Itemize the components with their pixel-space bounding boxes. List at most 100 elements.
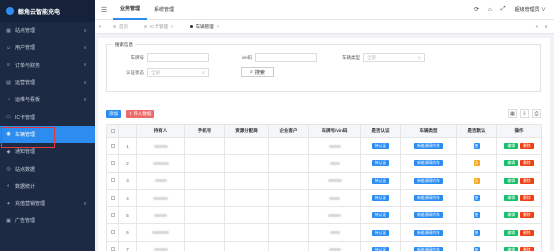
row-checkbox[interactable] <box>110 247 115 251</box>
header-plate-vin: 车牌号/vin码 <box>308 124 361 138</box>
chevron-down-icon: ∨ <box>83 200 87 207</box>
plate-vin-cell <box>308 223 361 242</box>
distributor-cell <box>224 136 269 156</box>
tab-label: 车辆管理 <box>195 23 214 29</box>
plate-vin-cell <box>308 188 361 208</box>
type-cell: 新能源网约车 <box>400 136 457 156</box>
plate-input[interactable] <box>147 53 209 62</box>
sidebar-item-label: 运营管理 <box>15 80 36 87</box>
top-nav-item-1[interactable]: 系统管理 <box>147 0 181 20</box>
sidebar-item-9[interactable]: ◐ 数据统计 <box>0 178 95 195</box>
tab-0[interactable]: 首页 <box>105 24 136 30</box>
edit-button[interactable]: 编辑 <box>504 160 518 167</box>
table-row[interactable]: 4 待认证 新能源网约车 是 编辑 删除 <box>106 188 542 208</box>
row-check-cell <box>106 171 119 190</box>
header-vehicle-type: 车辆类型 <box>400 124 457 138</box>
export-icon[interactable]: ⇩ <box>520 109 529 118</box>
menu-toggle-icon[interactable]: ☰ <box>95 6 113 14</box>
user-menu[interactable]: 超级管理员 ∨ <box>515 6 546 13</box>
header-check[interactable] <box>106 124 119 138</box>
sidebar-item-11[interactable]: ▣ 广告管理 <box>0 212 95 229</box>
table-row[interactable]: 6 待认证 新能源网约车 是 编辑 删除 <box>106 223 542 242</box>
sidebar-item-10[interactable]: ✦ 充值营销管理 ∨ <box>0 195 95 212</box>
delete-button[interactable]: 删除 <box>520 212 534 219</box>
phone-cell <box>184 223 225 242</box>
row-checkbox[interactable] <box>110 178 115 183</box>
sidebar-item-3[interactable]: ▤ 运营管理 ∨ <box>0 74 95 91</box>
tabs-next-icon[interactable]: » <box>536 24 539 30</box>
search-button[interactable]: ⌕ 搜索 <box>241 67 274 77</box>
print-icon[interactable]: ⎙ <box>532 109 541 118</box>
sidebar-item-6[interactable]: ◉ 车辆管理 <box>0 125 95 144</box>
auth-label: 认证状态 <box>126 69 144 75</box>
import-button[interactable]: ⇪ 导入数据 <box>126 110 154 118</box>
default-cell: 是 <box>456 206 497 225</box>
delete-button[interactable]: 删除 <box>520 195 534 202</box>
auth-cell: 待认证 <box>360 171 401 190</box>
tab-2[interactable]: 车辆管理 × <box>182 24 228 30</box>
sidebar-item-8[interactable]: ◎ 站点数据 <box>0 160 95 177</box>
delete-button[interactable]: 删除 <box>520 160 534 167</box>
fullscreen-icon[interactable]: ⤢ <box>501 6 506 13</box>
refresh-icon[interactable]: ⟳ <box>474 6 479 13</box>
table-row[interactable]: 3 待认证 新能源网约车 否 编辑 删除 <box>106 171 542 190</box>
delete-button[interactable]: 删除 <box>520 229 534 236</box>
vehicle-type-select[interactable]: 全部 ∨ <box>363 53 425 62</box>
table-row[interactable]: 7 待认证 新能源网约车 是 编辑 删除 <box>106 240 542 251</box>
sidebar-item-0[interactable]: ▦ 站点管理 ∨ <box>0 22 95 39</box>
row-checkbox[interactable] <box>110 195 115 200</box>
close-icon[interactable]: × <box>217 24 220 29</box>
table-row[interactable]: 5 待认证 新能源网约车 是 编辑 删除 <box>106 206 542 225</box>
tab-1[interactable]: IC卡管理 × <box>136 24 182 30</box>
table-row[interactable]: 1 待认证 新能源网约车 是 编辑 删除 <box>106 136 542 156</box>
sidebar: 鲸角云智能充电 ▦ 站点管理 ∨ ☺ 用户管理 ∨ ≡ 订单与财务 ∨ ▤ 运营管理 ∨ ◔ 运维与看板 ∨… <box>0 0 95 251</box>
row-checkbox[interactable] <box>110 160 115 165</box>
row-checkbox[interactable] <box>110 143 115 148</box>
sidebar-item-2[interactable]: ≡ 订单与财务 ∨ <box>0 57 95 74</box>
sidebar-item-4[interactable]: ◔ 运维与看板 ∨ <box>0 91 95 108</box>
vin-input[interactable] <box>255 53 317 62</box>
close-icon[interactable]: × <box>171 24 174 29</box>
plate-vin-cell <box>308 240 361 251</box>
edit-button[interactable]: 编辑 <box>504 195 518 202</box>
add-button[interactable]: 添加 <box>106 110 121 118</box>
header-phone: 手机号 <box>184 124 225 138</box>
tabs-menu-icon[interactable]: ∨ <box>544 24 548 30</box>
phone-cell <box>184 171 225 190</box>
header-owner: 持有人 <box>136 124 185 138</box>
row-checkbox[interactable] <box>110 230 115 235</box>
auth-status-badge: 待认证 <box>371 229 390 236</box>
edit-button[interactable]: 编辑 <box>504 143 518 150</box>
table-row[interactable]: 2 待认证 新能源网约车 否 编辑 删除 <box>106 154 542 173</box>
edit-button[interactable]: 编辑 <box>504 177 518 184</box>
header-default: 是否默认 <box>456 124 497 138</box>
tabs-prev-icon[interactable]: « <box>95 24 105 30</box>
lock-icon[interactable]: ⌂ <box>488 7 492 13</box>
type-cell: 新能源网约车 <box>400 240 457 251</box>
top-nav-item-0[interactable]: 业务管理 <box>113 0 148 20</box>
columns-icon[interactable]: ▦ <box>508 109 517 118</box>
actions-cell: 编辑 删除 <box>496 223 542 242</box>
delete-button[interactable]: 删除 <box>520 177 534 184</box>
row-checkbox[interactable] <box>110 212 115 217</box>
default-badge: 是 <box>473 229 480 236</box>
bell-icon: ◆ <box>6 148 11 155</box>
owner-cell <box>136 188 185 208</box>
auth-select[interactable]: 全部 ∨ <box>147 68 209 77</box>
select-all-checkbox[interactable] <box>110 128 115 133</box>
header-enterprise: 企业客户 <box>268 124 309 138</box>
edit-button[interactable]: 编辑 <box>504 246 518 251</box>
edit-button[interactable]: 编辑 <box>504 229 518 236</box>
header-auth: 是否认证 <box>360 124 401 138</box>
default-cell: 是 <box>456 240 497 251</box>
delete-button[interactable]: 删除 <box>520 143 534 150</box>
search-button-row: ⌕ 搜索 <box>241 67 274 77</box>
sidebar-item-1[interactable]: ☺ 用户管理 ∨ <box>0 39 95 56</box>
sidebar-item-7[interactable]: ◆ 通知管理 <box>0 143 95 160</box>
top-bar: ☰ 业务管理 系统管理 ⟳ ⌂ ⤢ 超级管理员 ∨ <box>95 0 554 20</box>
sidebar-item-5[interactable]: ▭ IC卡管理 <box>0 108 95 125</box>
delete-button[interactable]: 删除 <box>520 246 534 251</box>
edit-button[interactable]: 编辑 <box>504 212 518 219</box>
tab-bar: « 首页 IC卡管理 × 车辆管理 × » ∨ <box>95 20 554 34</box>
sidebar-item-label: 充值营销管理 <box>15 201 46 208</box>
